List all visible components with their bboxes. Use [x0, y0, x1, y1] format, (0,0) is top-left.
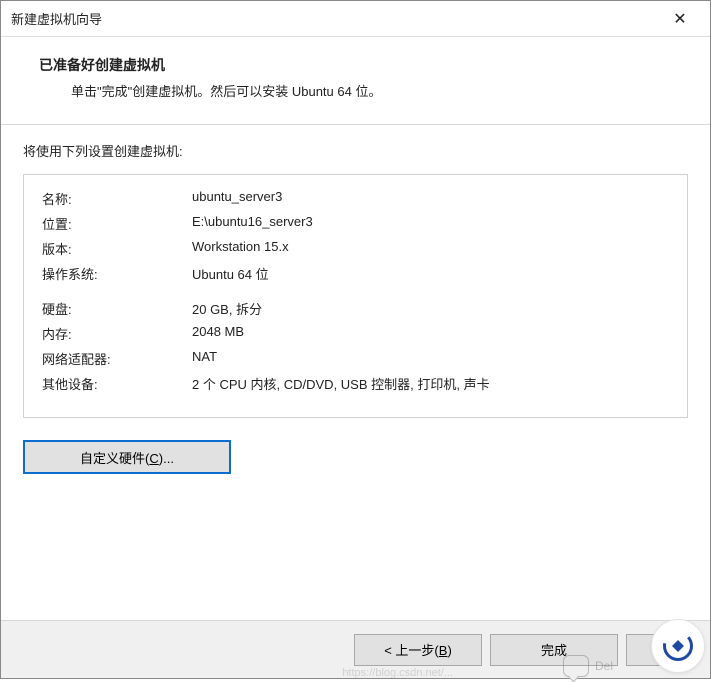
- header-title: 已准备好创建虚拟机: [39, 55, 680, 75]
- label-memory: 内存:: [42, 324, 192, 343]
- settings-preamble: 将使用下列设置创建虚拟机:: [23, 141, 688, 160]
- wizard-body: 将使用下列设置创建虚拟机: 名称: ubuntu_server3 位置: E:\…: [1, 125, 710, 620]
- label-disk: 硬盘:: [42, 299, 192, 318]
- label-location: 位置:: [42, 214, 192, 233]
- corner-logo: [651, 619, 705, 673]
- table-row: 操作系统: Ubuntu 64 位: [42, 264, 669, 283]
- customize-hardware-button[interactable]: 自定义硬件(C)...: [23, 440, 231, 474]
- back-prefix: < 上一步(: [384, 643, 439, 658]
- table-row: 其他设备: 2 个 CPU 内核, CD/DVD, USB 控制器, 打印机, …: [42, 374, 669, 393]
- label-network: 网络适配器:: [42, 349, 192, 368]
- table-row: 版本: Workstation 15.x: [42, 239, 669, 258]
- table-row: 硬盘: 20 GB, 拆分: [42, 299, 669, 318]
- wizard-header: 已准备好创建虚拟机 单击"完成"创建虚拟机。然后可以安装 Ubuntu 64 位…: [1, 37, 710, 124]
- window-title: 新建虚拟机向导: [11, 9, 658, 28]
- customize-prefix: 自定义硬件(: [80, 451, 149, 466]
- value-other: 2 个 CPU 内核, CD/DVD, USB 控制器, 打印机, 声卡: [192, 374, 669, 393]
- customize-suffix: )...: [159, 451, 174, 466]
- label-os: 操作系统:: [42, 264, 192, 283]
- finish-button[interactable]: 完成: [490, 634, 618, 666]
- back-suffix: ): [447, 643, 451, 658]
- wizard-footer: < 上一步(B) 完成: [1, 620, 710, 678]
- close-icon[interactable]: ✕: [658, 4, 702, 34]
- table-row: 网络适配器: NAT: [42, 349, 669, 368]
- table-row: 位置: E:\ubuntu16_server3: [42, 214, 669, 233]
- value-memory: 2048 MB: [192, 324, 669, 343]
- table-row: 名称: ubuntu_server3: [42, 189, 669, 208]
- value-location: E:\ubuntu16_server3: [192, 214, 669, 233]
- value-os: Ubuntu 64 位: [192, 264, 669, 283]
- label-version: 版本:: [42, 239, 192, 258]
- label-name: 名称:: [42, 189, 192, 208]
- table-row: 内存: 2048 MB: [42, 324, 669, 343]
- value-version: Workstation 15.x: [192, 239, 669, 258]
- back-button[interactable]: < 上一步(B): [354, 634, 482, 666]
- wizard-window: 新建虚拟机向导 ✕ 已准备好创建虚拟机 单击"完成"创建虚拟机。然后可以安装 U…: [0, 0, 711, 679]
- value-network: NAT: [192, 349, 669, 368]
- label-other: 其他设备:: [42, 374, 192, 393]
- value-disk: 20 GB, 拆分: [192, 299, 669, 318]
- customize-key: C: [149, 451, 158, 466]
- logo-icon: [660, 628, 696, 664]
- settings-groupbox: 名称: ubuntu_server3 位置: E:\ubuntu16_serve…: [23, 174, 688, 418]
- value-name: ubuntu_server3: [192, 189, 669, 208]
- titlebar: 新建虚拟机向导 ✕: [1, 1, 710, 37]
- header-subtitle: 单击"完成"创建虚拟机。然后可以安装 Ubuntu 64 位。: [71, 81, 680, 100]
